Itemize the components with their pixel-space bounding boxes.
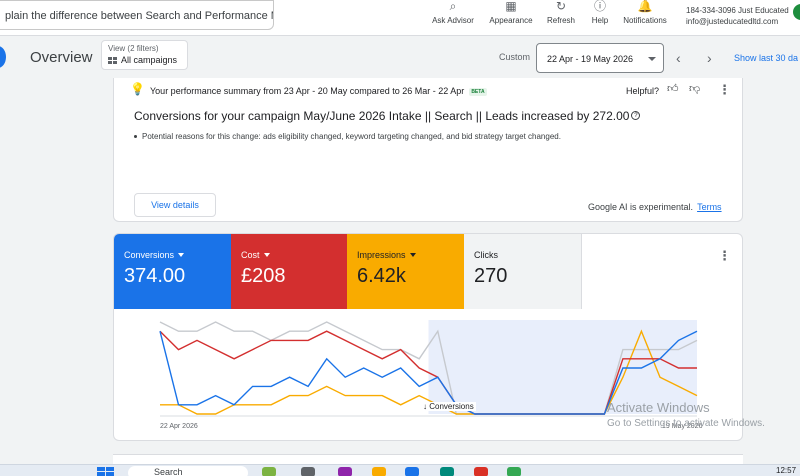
windows-start-icon[interactable] xyxy=(97,467,115,476)
show-last-link[interactable]: Show last 30 da xyxy=(734,53,798,63)
more-options-icon[interactable]: ⋮ xyxy=(718,82,731,98)
ai-disclaimer: Google AI is experimental. Terms xyxy=(588,202,722,212)
grid-icon xyxy=(108,56,117,64)
x-axis-start-label: 22 Apr 2026 xyxy=(160,423,198,430)
advisor-search-input[interactable]: plain the difference between Search and … xyxy=(0,0,274,30)
page-title: Overview xyxy=(30,49,93,66)
edge-icon[interactable] xyxy=(440,467,454,476)
chrome-icon[interactable] xyxy=(474,467,488,476)
account-info[interactable]: 184-334-3096 Just Educated info@justeduc… xyxy=(686,5,789,27)
view-filter-selector[interactable]: View (2 filters) All campaigns xyxy=(101,40,188,70)
widgets-icon[interactable] xyxy=(262,467,276,476)
chevron-down-icon xyxy=(648,57,656,61)
terms-link[interactable]: Terms xyxy=(697,202,722,212)
system-clock: 12:57 xyxy=(776,466,797,475)
task-view-icon[interactable] xyxy=(301,467,315,476)
refresh-icon: ↻ xyxy=(555,0,567,13)
insight-card: 💡 Your performance summary from 23 Apr -… xyxy=(113,78,743,222)
beta-badge: BETA xyxy=(469,87,487,96)
chart-more-options-icon[interactable]: ⋮ xyxy=(718,248,731,264)
previous-period-button[interactable]: ‹ xyxy=(676,50,681,66)
insight-reason: Potential reasons for this change: ads e… xyxy=(134,132,561,141)
dropdown-arrow-icon xyxy=(409,253,416,257)
refresh-button[interactable]: ↻ Refresh xyxy=(543,0,579,30)
help-icon: ⓘ xyxy=(593,0,606,13)
metric-value: £208 xyxy=(241,265,286,287)
appearance-icon: ▦ xyxy=(505,0,517,13)
avatar[interactable] xyxy=(793,4,800,20)
next-period-button[interactable]: › xyxy=(707,50,712,66)
menu-fab[interactable] xyxy=(0,46,6,68)
filter-value: All campaigns xyxy=(121,55,178,65)
next-card-edge xyxy=(113,454,743,464)
metric-tile-clicks[interactable]: Clicks 270 xyxy=(464,234,582,309)
thumbs-up-icon[interactable]: 👍︎ xyxy=(667,82,679,95)
thumbs-down-icon[interactable]: 👎︎ xyxy=(689,82,700,95)
top-bar: plain the difference between Search and … xyxy=(0,0,800,36)
appearance-button[interactable]: ▦ Appearance xyxy=(488,0,534,30)
file-explorer-icon[interactable] xyxy=(372,467,386,476)
help-icon[interactable]: ? xyxy=(631,111,641,120)
chevron-right-icon: › xyxy=(707,50,712,66)
dropdown-arrow-icon xyxy=(178,253,185,257)
insight-headline: Conversions for your campaign May/June 2… xyxy=(134,109,641,123)
insight-summary: Your performance summary from 23 Apr - 2… xyxy=(150,86,487,96)
bell-icon: 🔔 xyxy=(637,0,653,13)
help-button[interactable]: ⓘ Help xyxy=(588,0,612,30)
metric-value: 270 xyxy=(474,265,508,287)
date-preset-label: Custom xyxy=(499,52,531,62)
date-range-picker[interactable]: 22 Apr - 19 May 2026 xyxy=(536,43,664,73)
metric-tile-cost[interactable]: Cost £208 xyxy=(231,234,347,309)
date-range-value: 22 Apr - 19 May 2026 xyxy=(547,54,634,64)
view-details-button[interactable]: View details xyxy=(134,193,216,217)
filter-count-label: View (2 filters) xyxy=(108,44,159,53)
notifications-button[interactable]: 🔔 Notifications xyxy=(620,0,670,30)
os-taskbar: Search 12:57 xyxy=(0,464,800,476)
lightbulb-icon: 💡 xyxy=(130,82,145,96)
copilot-icon[interactable] xyxy=(338,467,352,476)
dropdown-arrow-icon xyxy=(263,253,270,257)
helpful-label: Helpful? xyxy=(626,86,660,96)
whatsapp-icon[interactable] xyxy=(507,467,521,476)
store-icon[interactable] xyxy=(405,467,419,476)
chevron-left-icon: ‹ xyxy=(676,50,681,66)
metric-tile-impressions[interactable]: Impressions 6.42k xyxy=(347,234,464,309)
taskbar-search[interactable]: Search xyxy=(128,466,248,476)
metric-value: 374.00 xyxy=(124,265,186,287)
ask-advisor-button[interactable]: ⌕ Ask Advisor xyxy=(430,0,476,30)
conversions-marker: ↓ Conversions xyxy=(421,402,476,411)
windows-activation-watermark: Activate Windows Go to Settings to activ… xyxy=(607,400,765,429)
search-icon: ⌕ xyxy=(449,0,457,13)
metric-tile-conversions[interactable]: Conversions 374.00 xyxy=(114,234,231,309)
metric-value: 6.42k xyxy=(357,265,406,287)
